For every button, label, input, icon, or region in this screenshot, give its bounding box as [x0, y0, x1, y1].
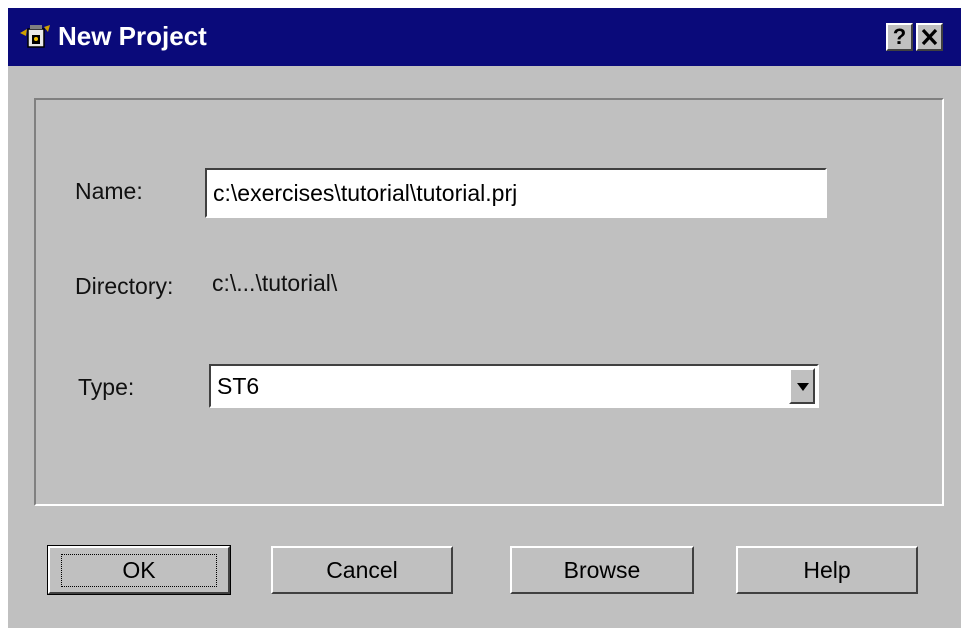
ok-button-label: OK	[61, 553, 217, 587]
name-input[interactable]: c:\exercises\tutorial\tutorial.prj	[205, 168, 827, 218]
help-title-button[interactable]: ?	[886, 23, 913, 51]
title-bar: New Project ?	[8, 8, 961, 66]
cancel-button[interactable]: Cancel	[271, 546, 453, 594]
type-select[interactable]: ST6	[209, 364, 819, 408]
window-title: New Project	[58, 21, 207, 51]
chevron-down-icon[interactable]	[789, 368, 815, 404]
type-label: Type:	[78, 374, 135, 400]
close-button[interactable]	[916, 23, 943, 51]
project-app-icon	[20, 25, 50, 48]
directory-value: c:\...\tutorial\	[212, 270, 338, 296]
browse-button[interactable]: Browse	[510, 546, 694, 594]
ok-button[interactable]: OK	[47, 545, 231, 595]
project-settings-group	[34, 98, 944, 506]
directory-label: Directory:	[75, 273, 174, 299]
name-label: Name:	[75, 178, 143, 204]
new-project-dialog: New Project ? Name: c:\exercises\tutoria…	[8, 8, 961, 628]
help-button[interactable]: Help	[736, 546, 918, 594]
close-icon	[921, 28, 938, 46]
type-selected-value: ST6	[217, 373, 260, 399]
